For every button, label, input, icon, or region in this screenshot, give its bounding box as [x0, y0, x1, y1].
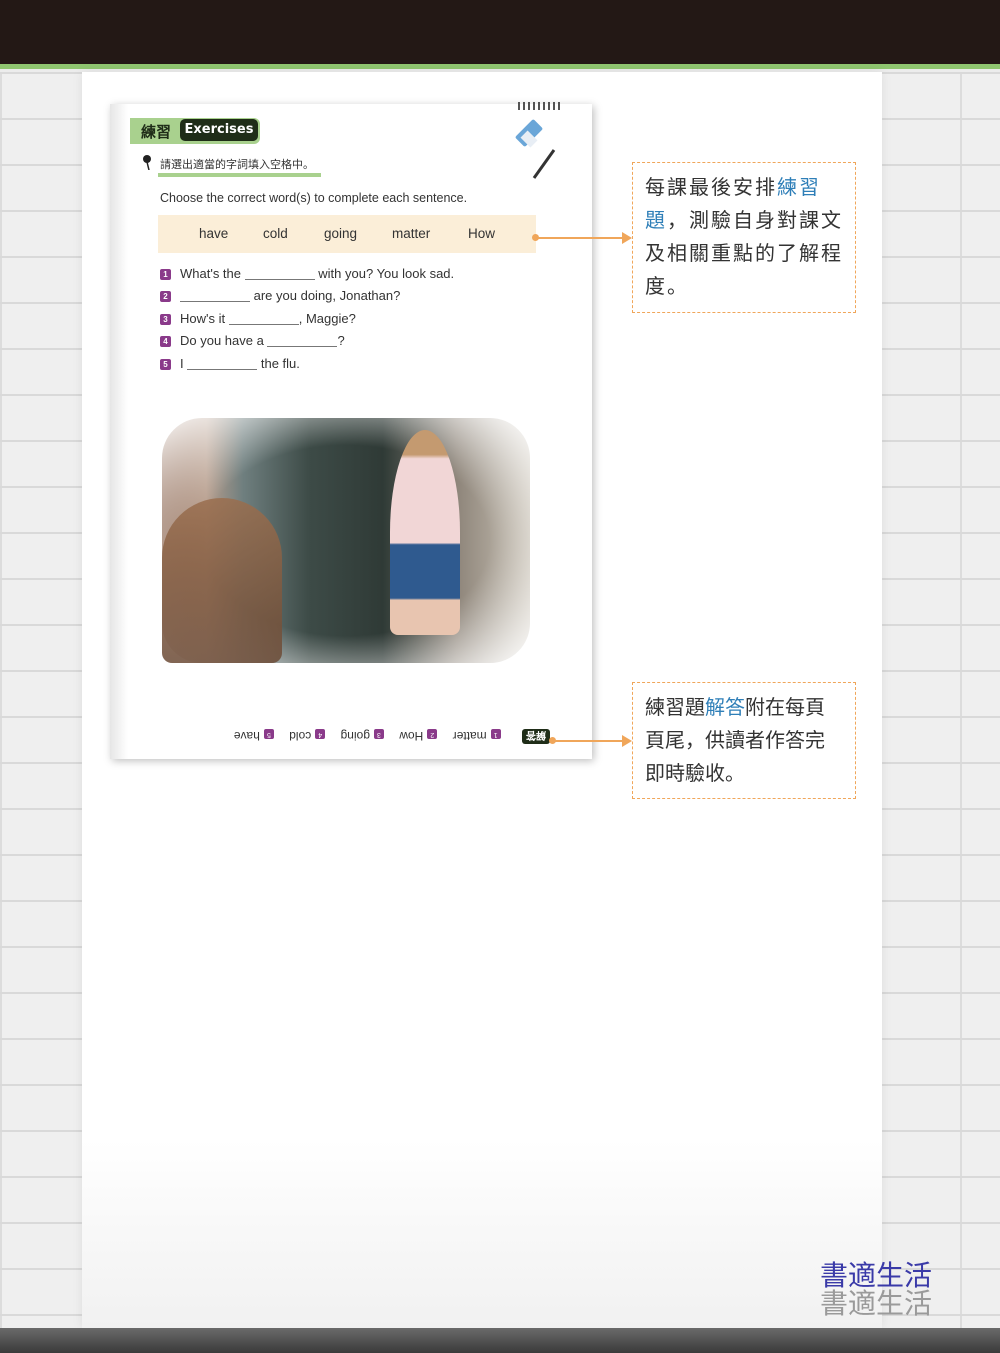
- answer-text: cold: [289, 729, 312, 743]
- eraser-pencil-icon: [515, 119, 556, 179]
- question-item: 2 are you doing, Jonathan?: [160, 288, 454, 310]
- callout-text: 練習題: [645, 695, 705, 719]
- answer-number: 5: [263, 729, 274, 739]
- brand-name: 書適生活: [820, 1259, 933, 1292]
- word-bank-item: matter: [392, 226, 431, 241]
- question-number: 4: [160, 336, 171, 348]
- question-list: 1 What's the with you? You look sad. 2 ar…: [160, 266, 454, 378]
- answer-text: matter: [452, 729, 487, 743]
- word-bank-item: cold: [263, 226, 288, 241]
- page-gutter-shade: [110, 104, 128, 759]
- answer-blank[interactable]: [180, 288, 250, 303]
- word-bank-item: How: [468, 226, 496, 241]
- callout-text: ，測驗自身對課文及相關重點的了解程度。: [645, 208, 843, 298]
- arrow-to-callout-1: [538, 232, 632, 244]
- question-item: 5I the flu.: [160, 356, 454, 378]
- question-text-after: with you? You look sad.: [318, 266, 455, 281]
- callout-exercises: 每課最後安排練習題，測驗自身對課文及相關重點的了解程度。: [632, 162, 856, 313]
- answer-blank[interactable]: [228, 311, 299, 325]
- exercise-title-en: Exercises: [180, 119, 258, 141]
- word-bank-item: going: [324, 226, 358, 241]
- callout-text: 每課最後安排: [645, 175, 777, 199]
- question-item: 4 Do you have a ?: [160, 333, 454, 355]
- answer-text: going: [340, 729, 370, 743]
- pin-icon: [143, 155, 151, 170]
- question-text-before: I: [180, 355, 184, 371]
- word-bank: have cold going matter How: [158, 215, 536, 253]
- question-number: 5: [160, 358, 171, 370]
- instruction-zh: 請選出適當的字詞填入空格中。: [160, 158, 314, 171]
- top-bar: [0, 0, 1000, 64]
- question-number: 2: [160, 291, 171, 303]
- question-number: 3: [160, 313, 171, 325]
- exercise-title-zh: 練習: [141, 123, 172, 141]
- answer-text: have: [233, 729, 260, 743]
- brand-name-reflection: 書適生活: [820, 1287, 933, 1320]
- arrow-to-callout-2: [555, 735, 632, 747]
- callout-answers: 練習題解答附在每頁頁尾，供讀者作答完即時驗收。: [632, 682, 856, 799]
- question-item: 3 How's it , Maggie?: [160, 311, 454, 333]
- callout-highlight: 解答: [705, 695, 745, 719]
- answer-blank[interactable]: [244, 266, 315, 280]
- question-text-after: are you doing, Jonathan?: [253, 288, 401, 304]
- question-text-before: Do you have a: [180, 333, 264, 349]
- answer-number: 1: [490, 729, 501, 739]
- answer-text: How: [399, 729, 424, 743]
- photo-women-waving: [162, 418, 530, 663]
- answer-number: 2: [427, 729, 438, 739]
- answer-number: 3: [373, 729, 384, 739]
- standing-woman: [390, 430, 460, 635]
- word-bank-item: have: [199, 226, 229, 241]
- instruction-underline: [158, 173, 321, 177]
- answer-blank[interactable]: [267, 333, 338, 348]
- answer-number: 4: [315, 729, 326, 739]
- top-accent-line: [0, 64, 1000, 69]
- notebook-spiral-icon: [518, 102, 560, 110]
- bottom-bar: [0, 1328, 1000, 1353]
- answer-blank[interactable]: [187, 356, 258, 370]
- question-text-before: How's it: [180, 310, 226, 326]
- question-text-after: , Maggie?: [298, 310, 356, 326]
- question-text-after: ?: [337, 333, 345, 349]
- instruction-en: Choose the correct word(s) to complete e…: [160, 191, 468, 205]
- question-text-before: What's the: [180, 266, 242, 281]
- brand-logo: 書適生活 書適生活: [820, 1262, 932, 1318]
- answer-key-label: 解答: [522, 729, 550, 744]
- question-number: 1: [160, 269, 171, 280]
- answer-key-upside-down: 解答 1matter 2How 3going 4cold 5have: [175, 728, 550, 744]
- question-item: 1 What's the with you? You look sad.: [160, 266, 454, 288]
- question-text-after: the flu.: [260, 355, 300, 371]
- foreground-person: [162, 498, 282, 663]
